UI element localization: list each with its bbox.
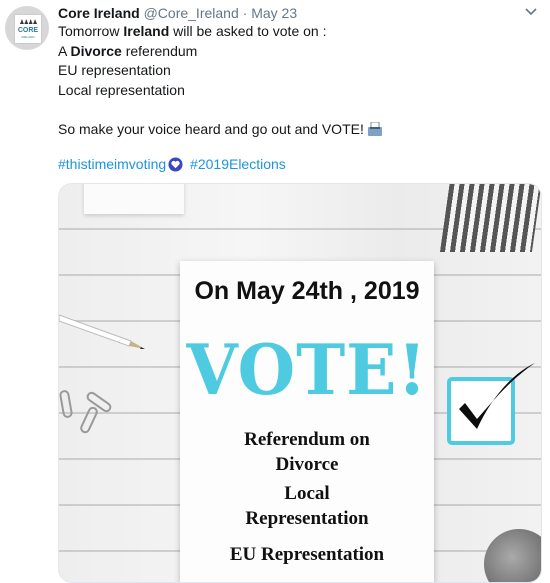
striped-paper-decoration xyxy=(439,184,541,252)
vote-poster: On May 24th , 2019 VOTE! Referendum on D… xyxy=(180,261,434,582)
avatar[interactable]: ♟♟♟♟ CORE IRELAND xyxy=(5,6,49,50)
tweet-line-3: EU representation xyxy=(58,62,171,78)
paperclips-icon xyxy=(59,390,112,434)
avatar-logo-text: CORE xyxy=(17,26,39,34)
paper-sheet-decoration xyxy=(84,184,184,214)
tweet-line-4: Local representation xyxy=(58,81,185,98)
tweet-line-1: Tomorrow Ireland will be asked to vote o… xyxy=(58,23,327,39)
hashtags: #thistimeimvoting #2019Elections xyxy=(58,155,286,173)
tweet-media-image[interactable]: On May 24th , 2019 VOTE! Referendum on D… xyxy=(58,183,542,583)
tweet-line-5: So make your voice heard and go out and … xyxy=(58,120,538,140)
poster-item-divorce: Divorce xyxy=(275,454,339,475)
bowl-decoration xyxy=(484,529,541,582)
hashtag-2019elections[interactable]: #2019Elections xyxy=(190,156,286,172)
tweet-text: Tomorrow Ireland will be asked to vote o… xyxy=(58,22,538,139)
tweet-date[interactable]: May 23 xyxy=(251,5,297,21)
poster-date: On May 24th , 2019 xyxy=(194,277,420,305)
poster-headline: VOTE! xyxy=(186,329,428,411)
poster-item-representation: Representation xyxy=(245,508,369,529)
tweet-header: Core Ireland @Core_Ireland · May 23 xyxy=(58,4,297,22)
blue-heart-icon xyxy=(168,157,183,172)
poster-item-referendum: Referendum on xyxy=(244,429,370,450)
checkbox-checkmark-icon xyxy=(447,363,535,445)
poster-item-eu: EU Representation xyxy=(229,544,385,565)
poster-item-local: Local xyxy=(284,483,330,504)
avatar-people-icon: ♟♟♟♟ xyxy=(19,19,37,26)
pencil-icon xyxy=(59,314,145,349)
hashtag-thistimeimvoting[interactable]: #thistimeimvoting xyxy=(58,156,166,172)
author-handle[interactable]: @Core_Ireland xyxy=(144,5,239,21)
ballot-box-icon xyxy=(367,121,382,136)
tweet-line-2: A Divorce referendum xyxy=(58,42,198,59)
header-separator: · xyxy=(242,5,248,21)
avatar-logo: ♟♟♟♟ CORE IRELAND xyxy=(14,14,42,44)
author-name[interactable]: Core Ireland xyxy=(58,5,140,21)
avatar-logo-subtext: IRELAND xyxy=(21,34,35,39)
chevron-down-icon[interactable] xyxy=(524,6,538,18)
